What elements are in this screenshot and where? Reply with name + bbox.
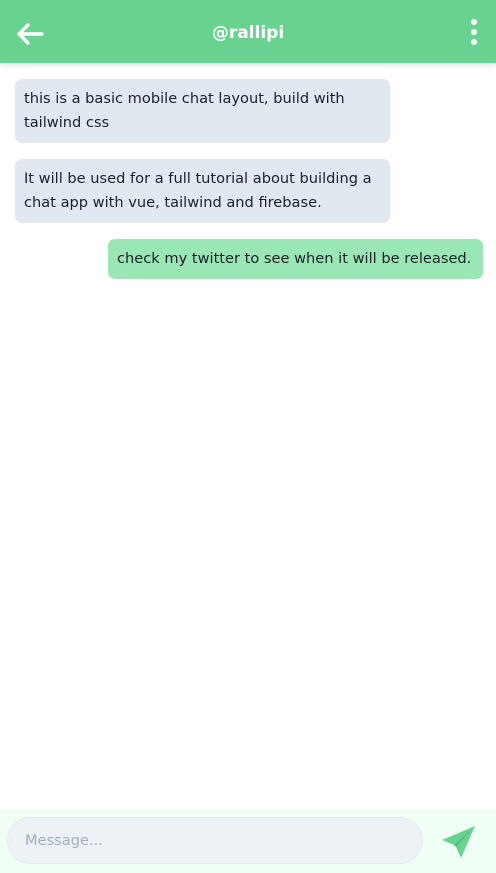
message-input[interactable] — [7, 817, 423, 864]
message-sent: check my twitter to see when it will be … — [108, 239, 483, 279]
send-icon — [442, 826, 475, 858]
message-received: this is a basic mobile chat layout, buil… — [15, 79, 390, 143]
message-received: It will be used for a full tutorial abou… — [15, 159, 390, 223]
chat-header: @rallipi — [0, 0, 496, 63]
chat-app: @rallipi this is a basic mobile chat lay… — [0, 0, 496, 873]
message-list: this is a basic mobile chat layout, buil… — [0, 63, 496, 809]
send-button[interactable] — [438, 822, 480, 862]
chat-title: @rallipi — [211, 23, 285, 43]
more-vertical-icon — [471, 19, 477, 45]
menu-button[interactable] — [462, 16, 486, 48]
message-composer — [0, 809, 496, 873]
arrow-left-icon — [17, 23, 44, 45]
back-button[interactable] — [12, 16, 48, 52]
